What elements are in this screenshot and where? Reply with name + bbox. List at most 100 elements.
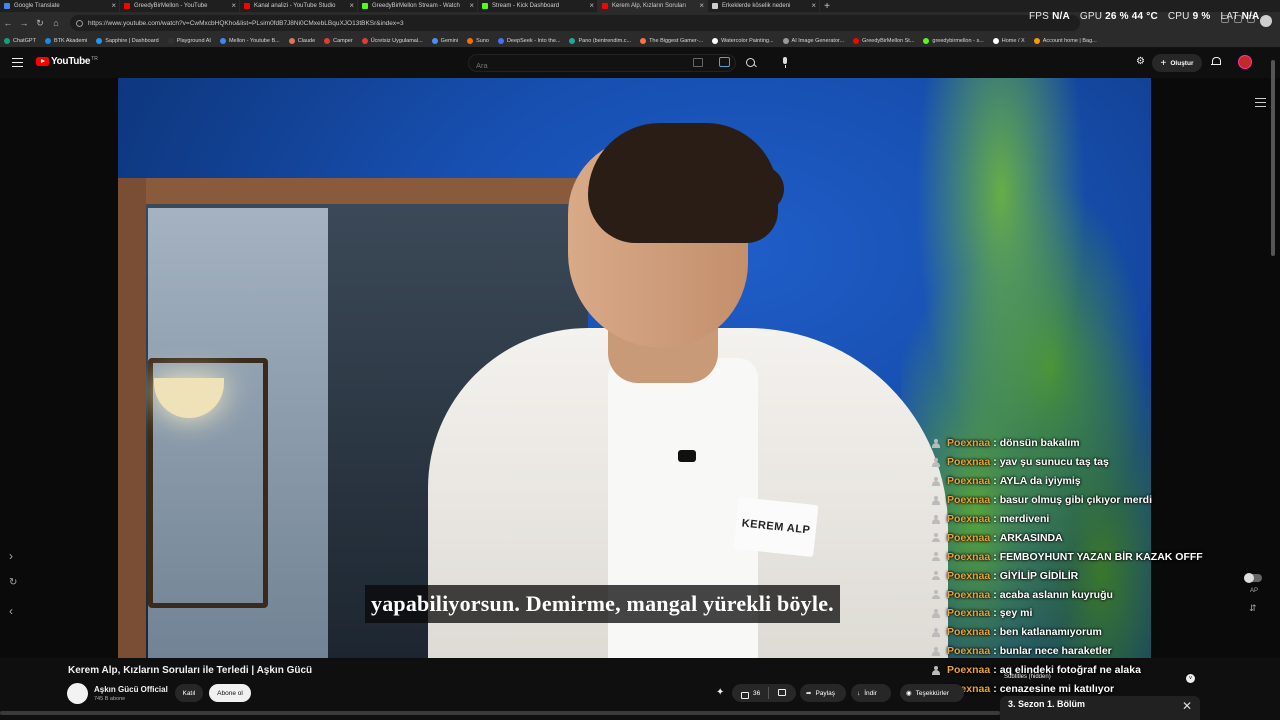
chat-text: dönsün bakalım bbox=[999, 437, 1080, 450]
reload-icon[interactable]: ↻ bbox=[32, 18, 48, 29]
tab-favicon bbox=[4, 3, 10, 9]
side-menu-icon[interactable] bbox=[1255, 98, 1266, 107]
bookmark-favicon bbox=[782, 37, 789, 44]
account-avatar[interactable] bbox=[1238, 55, 1252, 69]
bookmark-favicon bbox=[288, 37, 295, 44]
back-icon[interactable]: ← bbox=[0, 18, 16, 28]
bookmark-label: GreedyBirMellon St... bbox=[862, 37, 915, 44]
autoplay-label: AP bbox=[1250, 588, 1259, 594]
bookmark-item[interactable]: DeepSeek - Into the... bbox=[497, 37, 560, 44]
playlist-title: 3. Sezon 1. Bölüm bbox=[1008, 699, 1086, 709]
site-info-icon[interactable] bbox=[76, 19, 83, 27]
bookmark-item[interactable]: Pano (bentrendim.c... bbox=[569, 37, 631, 44]
thanks-button[interactable]: ◉ Teşekkürler bbox=[900, 684, 964, 702]
subscribe-button[interactable]: Abone ol bbox=[209, 684, 251, 702]
download-button[interactable]: ↓ İndir bbox=[851, 684, 891, 702]
bookmark-label: ChatGPT bbox=[13, 37, 36, 44]
user-icon bbox=[932, 457, 940, 467]
chat-username: Poexnaa bbox=[947, 645, 991, 658]
like-count[interactable]: 36 bbox=[753, 690, 760, 697]
dislike-icon[interactable] bbox=[777, 689, 787, 697]
menu-icon[interactable] bbox=[12, 58, 23, 67]
bookmark-item[interactable]: Ücretsiz Uygulamal... bbox=[361, 37, 423, 44]
refresh-icon[interactable]: ↻ bbox=[9, 577, 17, 588]
bookmark-label: Sapphire | Dashboard bbox=[105, 37, 159, 44]
chat-separator: : bbox=[993, 475, 997, 488]
close-icon[interactable]: ✕ bbox=[1182, 699, 1192, 713]
bookmark-item[interactable]: Gemini bbox=[431, 37, 458, 44]
chat-username: Poexnaa bbox=[947, 664, 991, 677]
bookmark-item[interactable]: Claude bbox=[288, 37, 315, 44]
bookmark-item[interactable]: GreedyBirMellon St... bbox=[853, 37, 915, 44]
chevron-down-icon[interactable]: ˅ bbox=[1186, 674, 1195, 683]
ai-assist-icon[interactable]: ✦ bbox=[716, 688, 727, 698]
channel-name[interactable]: Aşkın Gücü Official bbox=[94, 685, 168, 694]
search-icon[interactable] bbox=[740, 55, 762, 71]
door-frame-side bbox=[118, 178, 146, 658]
translate-extension-icon[interactable] bbox=[719, 57, 730, 67]
expand-collapse-icon[interactable]: ⇵ bbox=[1249, 603, 1257, 614]
tab-close-icon[interactable]: × bbox=[589, 1, 594, 10]
tab-close-icon[interactable]: × bbox=[699, 1, 704, 10]
like-icon[interactable] bbox=[740, 689, 749, 699]
browser-tab[interactable]: Erkeklerde köselik nedeni × bbox=[708, 0, 820, 12]
voice-search-icon[interactable] bbox=[778, 55, 792, 69]
playlist-panel[interactable]: 3. Sezon 1. Bölüm ✕ bbox=[1000, 696, 1200, 720]
create-button[interactable]: + Oluştur bbox=[1152, 54, 1202, 72]
search-input[interactable] bbox=[476, 57, 676, 74]
tab-close-icon[interactable]: × bbox=[811, 1, 816, 10]
page-scrollbar[interactable] bbox=[1271, 60, 1275, 256]
youtube-logo[interactable]: YouTube TR bbox=[36, 56, 98, 67]
chat-separator: : bbox=[993, 494, 997, 507]
chat-message: Poexnaa: GİYİLİP GİDİLİR bbox=[932, 566, 1212, 585]
bookmark-favicon bbox=[569, 37, 576, 44]
home-icon[interactable]: ⌂ bbox=[48, 18, 64, 28]
chevron-left-icon[interactable]: ‹ bbox=[9, 604, 13, 618]
browser-tab[interactable]: GreedyBirMellon - YouTube × bbox=[120, 0, 240, 12]
autoplay-toggle[interactable] bbox=[1244, 573, 1262, 583]
bookmark-item[interactable]: AI Image Generator... bbox=[782, 37, 845, 44]
chevron-right-icon[interactable]: › bbox=[9, 549, 13, 563]
subtitles-hidden-label: Subtitles (hidden) bbox=[1004, 674, 1051, 680]
bookmark-item[interactable]: Watercolor Painting... bbox=[712, 37, 774, 44]
bookmark-item[interactable]: Playground AI bbox=[167, 37, 211, 44]
browser-tab[interactable]: Kerem Alp, Kızların Soruları × bbox=[598, 0, 708, 12]
bookmark-item[interactable]: Suno bbox=[467, 37, 489, 44]
bookmark-label: AI Image Generator... bbox=[791, 37, 845, 44]
bookmark-item[interactable]: ChatGPT bbox=[4, 37, 36, 44]
bookmark-item[interactable]: Home / X bbox=[992, 37, 1025, 44]
forward-icon[interactable]: → bbox=[16, 18, 32, 28]
cast-icon[interactable]: ⚙ bbox=[1136, 57, 1146, 67]
bookmark-favicon bbox=[853, 37, 860, 44]
youtube-logo-text: YouTube bbox=[51, 56, 91, 67]
bookmark-favicon bbox=[44, 37, 51, 44]
browser-tab[interactable]: Stream - Kick Dashboard × bbox=[478, 0, 598, 12]
bookmark-item[interactable]: BTK Akademi bbox=[44, 37, 87, 44]
browser-tab[interactable]: Google Translate × bbox=[0, 0, 120, 12]
tab-close-icon[interactable]: × bbox=[349, 1, 354, 10]
bookmark-item[interactable]: greedybirmellon - s... bbox=[923, 37, 984, 44]
join-button[interactable]: Katıl bbox=[175, 684, 203, 702]
browser-tab[interactable]: GreedyBirMellon Stream - Watch × bbox=[358, 0, 478, 12]
tab-favicon bbox=[362, 3, 368, 9]
bookmark-item[interactable]: Sapphire | Dashboard bbox=[96, 37, 159, 44]
chat-text: AYLA da iyiymiş bbox=[999, 475, 1081, 488]
browser-tab[interactable]: Kanal analizi - YouTube Studio × bbox=[240, 0, 358, 12]
channel-avatar[interactable] bbox=[67, 683, 88, 704]
tab-close-icon[interactable]: × bbox=[111, 1, 116, 10]
address-bar[interactable]: https://www.youtube.com/watch?v=CwMxcbHQ… bbox=[70, 15, 1080, 31]
horizontal-scrollbar[interactable] bbox=[0, 711, 1000, 715]
bookmark-favicon bbox=[992, 37, 999, 44]
bookmark-item[interactable]: Camper bbox=[324, 37, 353, 44]
chat-username: Poexnaa bbox=[947, 475, 991, 488]
bookmark-item[interactable]: Account home | Bag... bbox=[1033, 37, 1097, 44]
new-tab-icon[interactable]: + bbox=[820, 1, 834, 12]
tab-close-icon[interactable]: × bbox=[469, 1, 474, 10]
tab-close-icon[interactable]: × bbox=[231, 1, 236, 10]
bookmark-item[interactable]: Mellon - Youtube B... bbox=[219, 37, 280, 44]
performance-overlay: FPS N/A GPU 26 % 44 °C CPU 9 % LAT N/A bbox=[1029, 9, 1269, 23]
bookmark-item[interactable]: The Biggest Gamer-... bbox=[640, 37, 703, 44]
share-button[interactable]: ➦ Paylaş bbox=[800, 684, 846, 702]
keyboard-icon[interactable] bbox=[693, 58, 703, 67]
notifications-icon[interactable] bbox=[1211, 57, 1221, 67]
